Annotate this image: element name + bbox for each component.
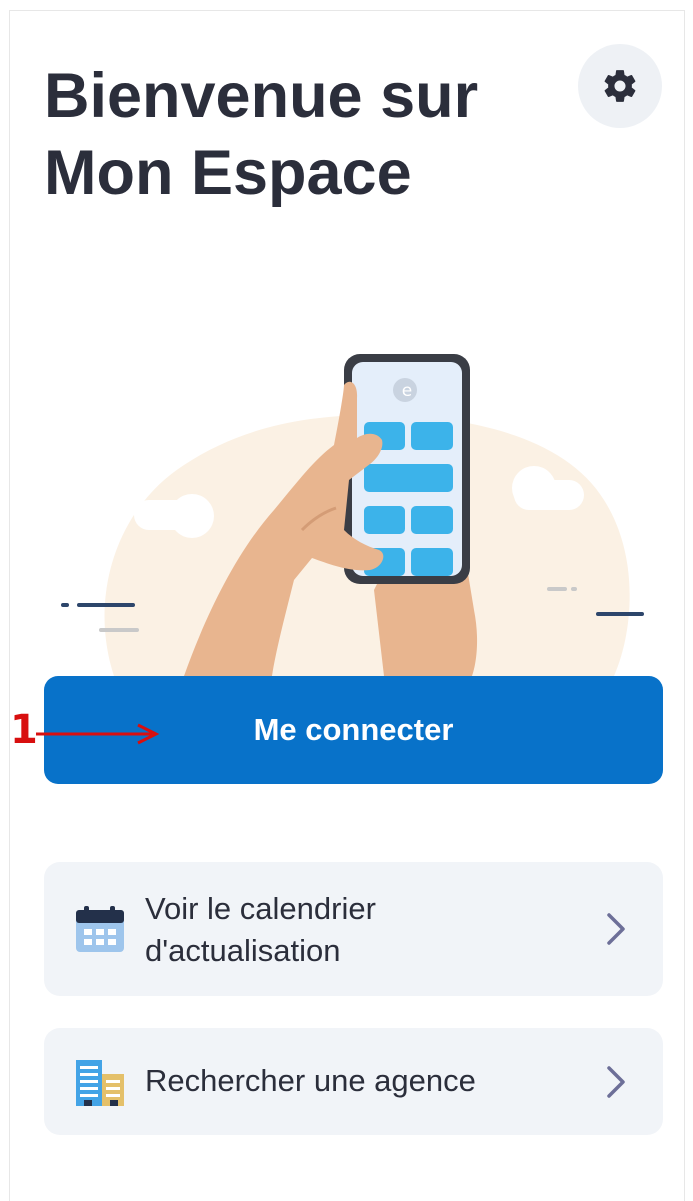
connect-button-label: Me connecter xyxy=(253,712,454,747)
building-icon xyxy=(76,1060,124,1106)
calendar-card-label-line-2: d'actualisation xyxy=(145,933,341,968)
gear-icon xyxy=(604,70,636,102)
phone-in-hands-illustration: e xyxy=(61,354,644,676)
calendar-card[interactable]: Voir le calendrier d'actualisation xyxy=(44,862,663,996)
title-line-1: Bienvenue sur xyxy=(44,61,479,131)
calendar-card-label: Voir le calendrier d'actualisation xyxy=(145,888,565,972)
chevron-right-icon xyxy=(607,913,625,945)
calendar-card-label-line-1: Voir le calendrier xyxy=(145,891,376,926)
annotation-arrow: 1 xyxy=(10,700,180,760)
title-line-2: Mon Espace xyxy=(44,138,412,208)
chevron-right-icon xyxy=(607,1066,625,1098)
calendar-icon xyxy=(76,906,124,952)
settings-button[interactable] xyxy=(578,44,662,128)
red-arrow-icon xyxy=(36,723,160,745)
search-agency-card[interactable]: Rechercher une agence xyxy=(44,1028,663,1135)
page-title: Bienvenue sur Mon Espace xyxy=(44,58,544,212)
phone-logo: e xyxy=(402,381,412,401)
search-agency-card-label: Rechercher une agence xyxy=(145,1063,476,1098)
